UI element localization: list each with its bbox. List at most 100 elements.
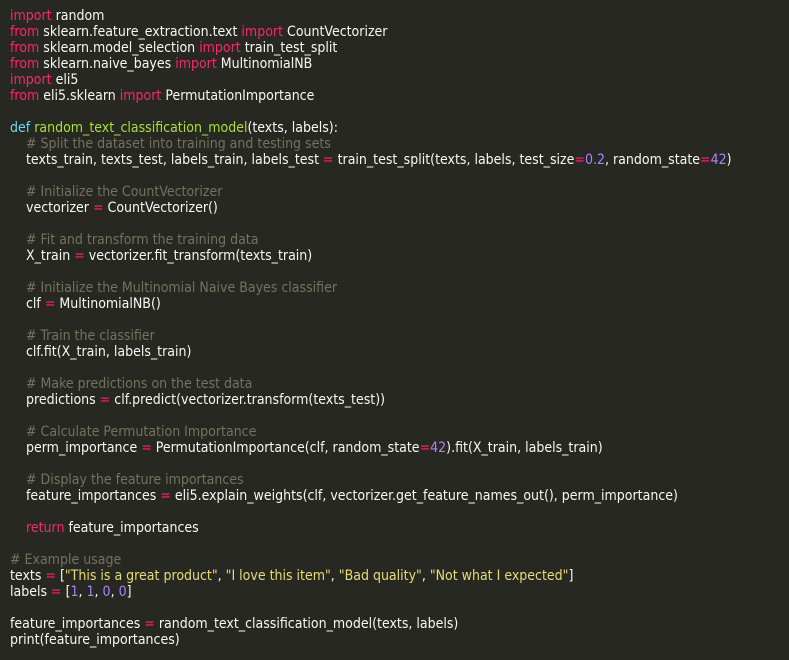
string-token: "Bad quality" (338, 568, 422, 584)
operator-token: = (74, 248, 85, 264)
code-line: # Fit and transform the training data (10, 232, 789, 248)
code-line: X_train = vectorizer.fit_transform(texts… (10, 248, 789, 264)
code-token: , random_state (605, 152, 701, 168)
code-line: predictions = clf.predict(vectorizer.tra… (10, 392, 789, 408)
keyword-token: from (10, 40, 40, 56)
code-line: vectorizer = CountVectorizer() (10, 200, 789, 216)
code-token: sklearn.feature_extraction.text (39, 24, 242, 40)
number-token: 42 (430, 440, 447, 456)
code-line: clf.fit(X_train, labels_train) (10, 344, 789, 360)
code-line: # Initialize the CountVectorizer (10, 184, 789, 200)
code-line: # Make predictions on the test data (10, 376, 789, 392)
keyword-token: from (10, 56, 40, 72)
code-token: feature_importances (10, 616, 145, 632)
operator-token: = (141, 440, 152, 456)
code-line: # Train the classifier (10, 328, 789, 344)
code-token: print(feature_importances) (10, 632, 180, 648)
number-token: 1 (70, 584, 79, 600)
code-token: clf.fit(X_train, labels_train) (10, 344, 192, 360)
code-line: texts_train, texts_test, labels_train, l… (10, 152, 789, 168)
code-line: # Display the feature importances (10, 472, 789, 488)
code-token: predictions (10, 392, 100, 408)
code-token: , (110, 584, 119, 600)
keyword-token: import (119, 88, 162, 104)
code-line: return feature_importances (10, 520, 789, 536)
comment-token: # Make predictions on the test data (10, 376, 253, 392)
keyword-token: import (10, 8, 52, 24)
number-token: 1 (86, 584, 95, 600)
code-editor[interactable]: import random from sklearn.feature_extrac… (0, 0, 789, 660)
operator-token: = (574, 152, 585, 168)
code-token: PermutationImportance(clf, random_state (151, 440, 420, 456)
code-token: ) (726, 152, 732, 168)
string-token: "This is a great product" (64, 568, 218, 584)
number-token: 0 (102, 584, 111, 600)
code-token: texts_train, texts_test, labels_train, l… (10, 152, 324, 168)
code-token: [ (55, 568, 65, 584)
comment-token: # Initialize the Multinomial Naive Bayes… (10, 280, 337, 296)
code-token: random (51, 8, 105, 24)
code-line: labels = [1, 1, 0, 0] (10, 584, 789, 600)
operator-token: = (419, 440, 431, 456)
code-line: from sklearn.naive_bayes import Multinom… (10, 56, 789, 72)
keyword-token: import (10, 72, 52, 88)
code-line: # Calculate Permutation Importance (10, 424, 789, 440)
string-token: "Not what I expected" (429, 568, 569, 584)
code-token: train_test_split(texts, labels, test_siz… (333, 152, 575, 168)
code-line: def random_text_classification_model(tex… (10, 120, 789, 136)
code-token: ] (126, 584, 132, 600)
code-token: ] (568, 568, 574, 584)
code-token: (texts, labels): (247, 120, 338, 136)
operator-token: = (160, 488, 171, 504)
operator-token: = (99, 392, 111, 408)
code-token: [ (61, 584, 71, 600)
code-token: PermutationImportance (161, 88, 315, 104)
code-line: # Example usage (10, 552, 789, 568)
code-token: texts (10, 568, 46, 584)
code-line: # Initialize the Multinomial Naive Bayes… (10, 280, 789, 296)
code-token: sklearn.model_selection (39, 40, 200, 56)
code-line: import random (10, 8, 789, 24)
code-token: CountVectorizer (283, 24, 388, 40)
code-token: , (78, 584, 87, 600)
comment-token: # Split the dataset into training and te… (10, 136, 331, 152)
keyword-token: import (175, 56, 217, 72)
code-line: import eli5 (10, 72, 789, 88)
comment-token: # Train the classifier (10, 328, 155, 344)
code-line: feature_importances = eli5.explain_weigh… (10, 488, 789, 504)
def-keyword-token: def (10, 120, 31, 136)
code-token: labels (10, 584, 52, 600)
code-line: # Split the dataset into training and te… (10, 136, 789, 152)
number-token: 42 (710, 152, 727, 168)
keyword-token: from (10, 24, 40, 40)
comment-token: # Fit and transform the training data (10, 232, 259, 248)
code-line: clf = MultinomialNB() (10, 296, 789, 312)
code-token: , (94, 584, 103, 600)
keyword-token: import (241, 24, 284, 40)
code-token: MultinomialNB (216, 56, 313, 72)
code-token: feature_importances (10, 488, 161, 504)
code-token: clf (10, 296, 45, 312)
code-line: from eli5.sklearn import PermutationImpo… (10, 88, 789, 104)
string-token: "I love this item" (225, 568, 331, 584)
code-token: CountVectorizer() (103, 200, 218, 216)
comment-token: # Calculate Permutation Importance (10, 424, 257, 440)
operator-token: = (51, 584, 62, 600)
code-token: perm_importance (10, 440, 142, 456)
operator-token: = (323, 152, 334, 168)
code-token: vectorizer.fit_transform(texts_train) (84, 248, 313, 264)
code-token: train_test_split (240, 40, 338, 56)
code-token: eli5 (51, 72, 79, 88)
comment-token: # Display the feature importances (10, 472, 244, 488)
operator-token: = (144, 616, 155, 632)
code-token: MultinomialNB() (55, 296, 161, 312)
